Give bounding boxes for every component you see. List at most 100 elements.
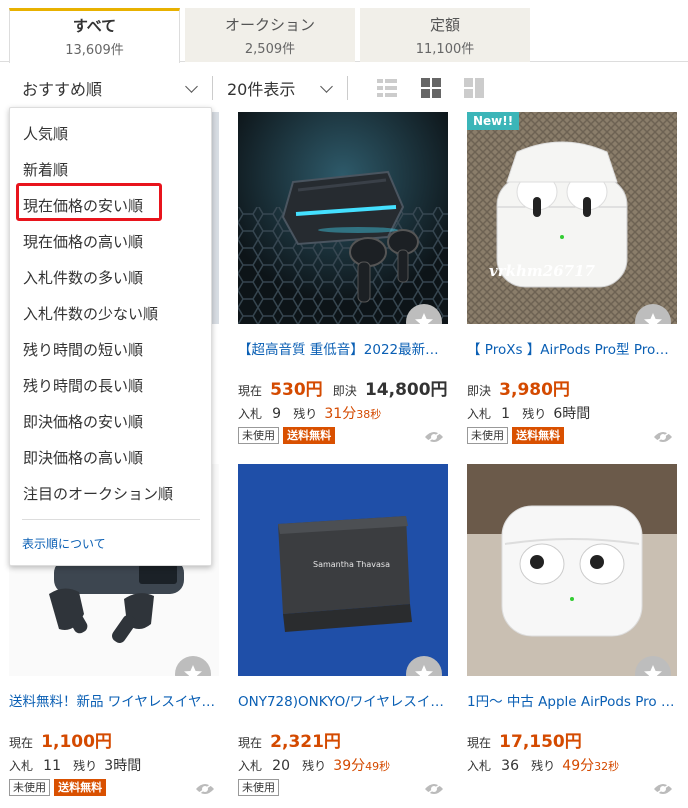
product-image[interactable]: vrkhm26717 New!! <box>467 112 677 324</box>
star-icon <box>415 665 433 676</box>
product-card[interactable]: vrkhm26717 New!! 【 ProXs 】AirPods Pro型 P… <box>467 112 677 452</box>
price-row: 現在 530円 即決 14,800円 <box>238 375 448 400</box>
sort-option-bids-least[interactable]: 入札件数の少ない順 <box>23 303 158 324</box>
current-price-label: 現在 <box>238 384 263 398</box>
free-shipping-badge: 送料無料 <box>283 427 336 444</box>
star-icon <box>415 313 433 324</box>
list-view-icon[interactable] <box>377 78 397 98</box>
bids-count: 9 <box>272 406 282 422</box>
price-row: 現在 1,100円 <box>9 727 112 752</box>
remaining-time: 39分 <box>333 758 366 774</box>
bid-row: 入札 36 残り 49分32秒 <box>467 755 619 775</box>
remaining-label: 残り <box>522 407 547 421</box>
product-image[interactable] <box>467 464 677 676</box>
sort-option-popular[interactable]: 人気順 <box>23 123 68 144</box>
current-price: 17,150円 <box>499 732 582 752</box>
remaining-time: 49分 <box>562 758 595 774</box>
product-title[interactable]: 1円～ 中古 Apple AirPods Pro … <box>467 690 677 710</box>
bid-row: 入札 1 残り 6時間 <box>467 403 590 423</box>
bid-row: 入札 9 残り 31分38秒 <box>238 403 381 423</box>
product-title[interactable]: 【超高音質 重低音】2022最新… <box>238 338 448 358</box>
sort-help-link[interactable]: 表示順について <box>22 535 106 552</box>
tab-auction-count: 2,509件 <box>244 42 296 57</box>
remaining-seconds: 32秒 <box>594 760 620 773</box>
bids-label: 入札 <box>9 759 34 773</box>
star-icon <box>644 665 662 676</box>
tab-fixed-count: 11,100件 <box>415 42 475 57</box>
eye-icon[interactable] <box>424 430 444 444</box>
product-card[interactable]: 1円～ 中古 Apple AirPods Pro … 現在 17,150円 入札… <box>467 464 677 804</box>
badge-row: 未使用 送料無料 <box>238 427 336 444</box>
free-shipping-badge: 送料無料 <box>512 427 565 444</box>
sort-select[interactable]: おすすめ順 <box>22 76 102 100</box>
condition-badge: 未使用 <box>467 427 508 444</box>
sort-option-buyout-high[interactable]: 即決価格の高い順 <box>23 447 143 468</box>
remaining-label: 残り <box>73 759 98 773</box>
sort-option-time-short[interactable]: 残り時間の短い順 <box>23 339 143 360</box>
current-price-label: 現在 <box>467 736 492 750</box>
product-card[interactable]: Samantha Thavasa ONY728)ONKYO/ワイヤレスイ… 現在… <box>238 464 448 804</box>
eye-icon[interactable] <box>653 430 673 444</box>
condition-badge: 未使用 <box>238 427 279 444</box>
sort-dropdown-menu: 人気順 新着順 現在価格の安い順 現在価格の高い順 入札件数の多い順 入札件数の… <box>9 107 212 566</box>
buyout-price: 14,800円 <box>364 380 448 400</box>
divider <box>212 76 213 100</box>
tab-auction-label: オークション <box>224 16 315 34</box>
sort-option-newest[interactable]: 新着順 <box>23 159 68 180</box>
new-badge: New!! <box>467 112 520 130</box>
product-title[interactable]: 【 ProXs 】AirPods Pro型 ProX… <box>467 338 677 358</box>
grid-view-icon[interactable] <box>421 78 441 98</box>
bids-count: 36 <box>501 758 519 774</box>
eye-icon[interactable] <box>195 782 215 796</box>
badge-row: 未使用 送料無料 <box>467 427 565 444</box>
tab-all[interactable]: すべて 13,609件 <box>9 8 180 63</box>
per-page-chevron-down-icon[interactable] <box>320 80 333 93</box>
bids-count: 20 <box>272 758 290 774</box>
remaining-time: 6時間 <box>553 406 591 422</box>
badge-row: 未使用 <box>238 779 279 796</box>
condition-badge: 未使用 <box>238 779 279 796</box>
image-watermark: vrkhm26717 <box>489 262 596 280</box>
sort-option-buyout-low[interactable]: 即決価格の安い順 <box>23 411 143 432</box>
current-price-label: 現在 <box>238 736 263 750</box>
product-image[interactable] <box>238 112 448 324</box>
free-shipping-badge: 送料無料 <box>54 779 107 796</box>
sort-option-current-price-high[interactable]: 現在価格の高い順 <box>23 231 143 252</box>
product-title[interactable]: ONY728)ONKYO/ワイヤレスイ… <box>238 690 448 710</box>
badge-row: 未使用 送料無料 <box>9 779 107 796</box>
remaining-time: 31分 <box>324 406 357 422</box>
buyout-price-label: 即決 <box>467 384 492 398</box>
remaining-label: 残り <box>302 759 327 773</box>
sort-option-time-long[interactable]: 残り時間の長い順 <box>23 375 143 396</box>
star-icon <box>184 665 202 676</box>
per-page-select[interactable]: 20件表示 <box>227 76 295 100</box>
sort-chevron-down-icon[interactable] <box>185 80 198 93</box>
large-view-icon[interactable] <box>464 78 484 98</box>
sort-option-featured[interactable]: 注目のオークション順 <box>23 483 173 504</box>
bid-row: 入札 20 残り 39分49秒 <box>238 755 390 775</box>
product-image[interactable]: Samantha Thavasa <box>238 464 448 676</box>
remaining-seconds: 49秒 <box>365 760 391 773</box>
current-price: 2,321円 <box>270 732 341 752</box>
current-price-label: 現在 <box>9 736 34 750</box>
tab-all-label: すべて <box>72 17 117 35</box>
price-row: 現在 2,321円 <box>238 727 341 752</box>
bids-label: 入札 <box>467 759 492 773</box>
tab-auction[interactable]: オークション 2,509件 <box>185 8 355 62</box>
highlight-box <box>16 183 162 221</box>
eye-icon[interactable] <box>653 782 673 796</box>
tab-fixed-price[interactable]: 定額 11,100件 <box>360 8 530 62</box>
current-price: 530円 <box>270 380 323 400</box>
price-row: 即決 3,980円 <box>467 375 570 400</box>
result-tabs: すべて 13,609件 オークション 2,509件 定額 11,100件 <box>0 0 688 63</box>
product-title[interactable]: 送料無料！新品 ワイヤレスイヤ… <box>9 690 219 710</box>
bids-label: 入札 <box>238 759 263 773</box>
tab-fixed-label: 定額 <box>429 16 460 34</box>
product-card[interactable]: 【超高音質 重低音】2022最新… 現在 530円 即決 14,800円 入札 … <box>238 112 448 452</box>
remaining-label: 残り <box>293 407 318 421</box>
bids-label: 入札 <box>238 407 263 421</box>
bids-label: 入札 <box>467 407 492 421</box>
eye-icon[interactable] <box>424 782 444 796</box>
sort-option-bids-most[interactable]: 入札件数の多い順 <box>23 267 143 288</box>
remaining-label: 残り <box>531 759 556 773</box>
